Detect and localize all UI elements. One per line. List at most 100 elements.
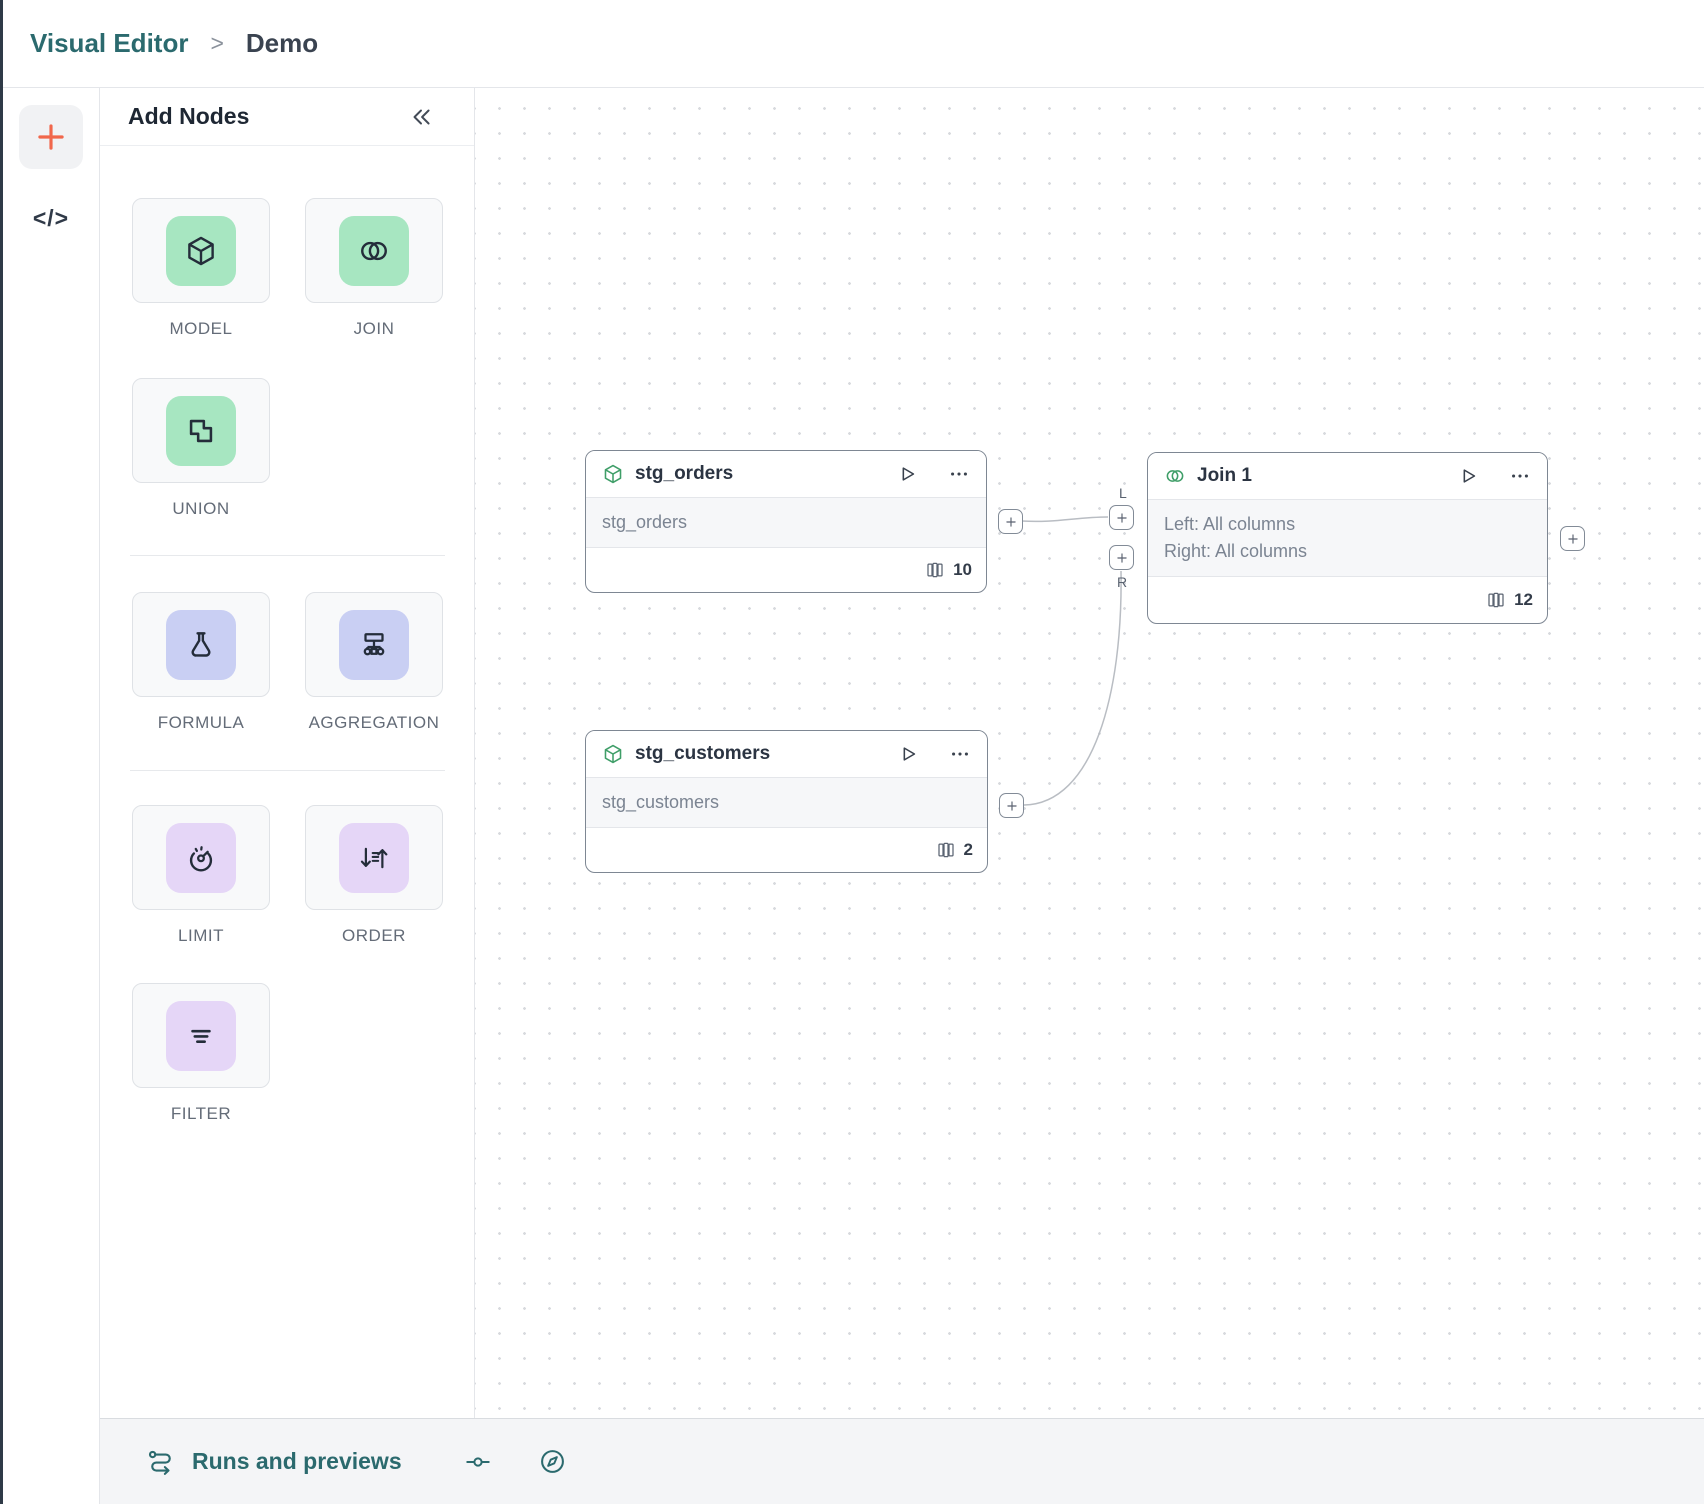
panel-title: Add Nodes — [128, 103, 249, 130]
visual-editor-page: Visual Editor > Demo </> Add Nodes MODEL… — [0, 0, 1704, 1504]
cube-icon — [166, 216, 236, 286]
node-menu-button[interactable] — [1509, 465, 1531, 487]
gauge-icon — [166, 823, 236, 893]
model-card[interactable] — [132, 198, 270, 303]
palette-item-union: UNION — [132, 378, 270, 519]
columns-icon — [936, 840, 956, 860]
column-count: 12 — [1514, 590, 1533, 610]
palette-item-model: MODEL — [132, 198, 270, 339]
palette-group-divider — [130, 770, 445, 771]
runs-route-icon — [146, 1447, 176, 1477]
palette-group-divider — [130, 555, 445, 556]
plus-icon — [1004, 515, 1018, 529]
add-node-button[interactable] — [19, 105, 83, 169]
palette-item-limit: LIMIT — [132, 805, 270, 946]
palette-item-aggregation: AGGREGATION — [305, 592, 443, 733]
code-view-button[interactable]: </> — [33, 205, 69, 232]
breadcrumb: Visual Editor > Demo — [3, 0, 1704, 88]
plus-icon — [32, 118, 70, 156]
stg-orders-output-handle[interactable] — [998, 509, 1023, 534]
join-right-config: Right: All columns — [1164, 538, 1531, 565]
join-circles-icon — [1164, 465, 1186, 487]
node-header: Join 1 — [1148, 453, 1547, 499]
limit-card[interactable] — [132, 805, 270, 910]
bottom-bar: Runs and previews — [100, 1418, 1704, 1504]
palette-item-label: UNION — [172, 499, 229, 519]
breadcrumb-separator: > — [210, 30, 223, 57]
palette-item-formula: FORMULA — [132, 592, 270, 733]
play-icon — [1457, 465, 1479, 487]
breadcrumb-visual-editor-link[interactable]: Visual Editor — [30, 28, 188, 59]
union-card[interactable] — [132, 378, 270, 483]
column-count: 2 — [964, 840, 973, 860]
order-card[interactable] — [305, 805, 443, 910]
palette-item-filter: FILTER — [132, 983, 270, 1124]
join-circles-icon — [339, 216, 409, 286]
palette-item-label: FILTER — [171, 1104, 231, 1124]
cube-icon — [602, 743, 624, 765]
run-node-button[interactable] — [897, 743, 919, 765]
cube-icon — [602, 463, 624, 485]
join-left-input-handle[interactable] — [1109, 505, 1134, 530]
node-body: Left: All columns Right: All columns — [1148, 499, 1547, 577]
palette-item-join: JOIN — [305, 198, 443, 339]
collapse-panel-button[interactable] — [408, 104, 434, 130]
runs-and-previews-button[interactable]: Runs and previews — [146, 1447, 402, 1477]
node-menu-button[interactable] — [949, 743, 971, 765]
node-title: stg_customers — [635, 743, 886, 765]
node-body: stg_orders — [586, 497, 986, 548]
filter-card[interactable] — [132, 983, 270, 1088]
run-node-button[interactable] — [896, 463, 918, 485]
palette-item-label: ORDER — [342, 926, 406, 946]
join-right-input-handle[interactable] — [1109, 545, 1134, 570]
columns-icon — [1486, 590, 1506, 610]
column-count: 10 — [953, 560, 972, 580]
add-nodes-panel: Add Nodes MODEL JOIN UNION — [100, 88, 475, 1418]
run-node-button[interactable] — [1457, 465, 1479, 487]
join-left-port-label: L — [1119, 485, 1127, 501]
union-squares-icon — [166, 396, 236, 466]
play-icon — [897, 743, 919, 765]
node-footer: 2 — [586, 828, 987, 872]
join-left-config: Left: All columns — [1164, 511, 1531, 538]
tool-rail: </> — [3, 88, 100, 1504]
node-header: stg_orders — [586, 451, 986, 497]
palette-item-label: AGGREGATION — [309, 713, 440, 733]
node-stg-orders[interactable]: stg_orders stg_orders 10 — [585, 450, 987, 593]
plus-icon — [1115, 551, 1129, 565]
plus-icon — [1005, 799, 1019, 813]
formula-card[interactable] — [132, 592, 270, 697]
commit-button[interactable] — [464, 1448, 492, 1476]
plus-icon — [1566, 532, 1580, 546]
sort-arrows-icon — [339, 823, 409, 893]
node-source-name: stg_orders — [602, 509, 970, 536]
stg-customers-output-handle[interactable] — [999, 793, 1024, 818]
play-icon — [896, 463, 918, 485]
breadcrumb-current-page: Demo — [246, 28, 318, 59]
node-header: stg_customers — [586, 731, 987, 777]
join-output-handle[interactable] — [1560, 526, 1585, 551]
node-footer: 12 — [1148, 577, 1547, 623]
columns-icon — [925, 560, 945, 580]
node-title: Join 1 — [1197, 465, 1446, 487]
commit-icon — [464, 1448, 492, 1476]
node-stg-customers[interactable]: stg_customers stg_customers 2 — [585, 730, 988, 873]
palette-item-label: MODEL — [170, 319, 233, 339]
ellipsis-icon — [1509, 465, 1531, 487]
node-footer: 10 — [586, 548, 986, 592]
node-join-1[interactable]: Join 1 Left: All columns Right: All colu… — [1147, 452, 1548, 624]
chevrons-left-icon — [408, 104, 434, 130]
node-body: stg_customers — [586, 777, 987, 828]
aggregation-card[interactable] — [305, 592, 443, 697]
runs-and-previews-label: Runs and previews — [192, 1448, 402, 1475]
compass-button[interactable] — [538, 1447, 567, 1476]
ellipsis-icon — [948, 463, 970, 485]
plus-icon — [1115, 511, 1129, 525]
hierarchy-icon — [339, 610, 409, 680]
join-card[interactable] — [305, 198, 443, 303]
node-menu-button[interactable] — [948, 463, 970, 485]
flask-icon — [166, 610, 236, 680]
join-right-port-label: R — [1117, 574, 1127, 590]
flow-canvas[interactable]: stg_orders stg_orders 10 stg_customers s… — [475, 88, 1704, 1418]
node-title: stg_orders — [635, 463, 885, 485]
